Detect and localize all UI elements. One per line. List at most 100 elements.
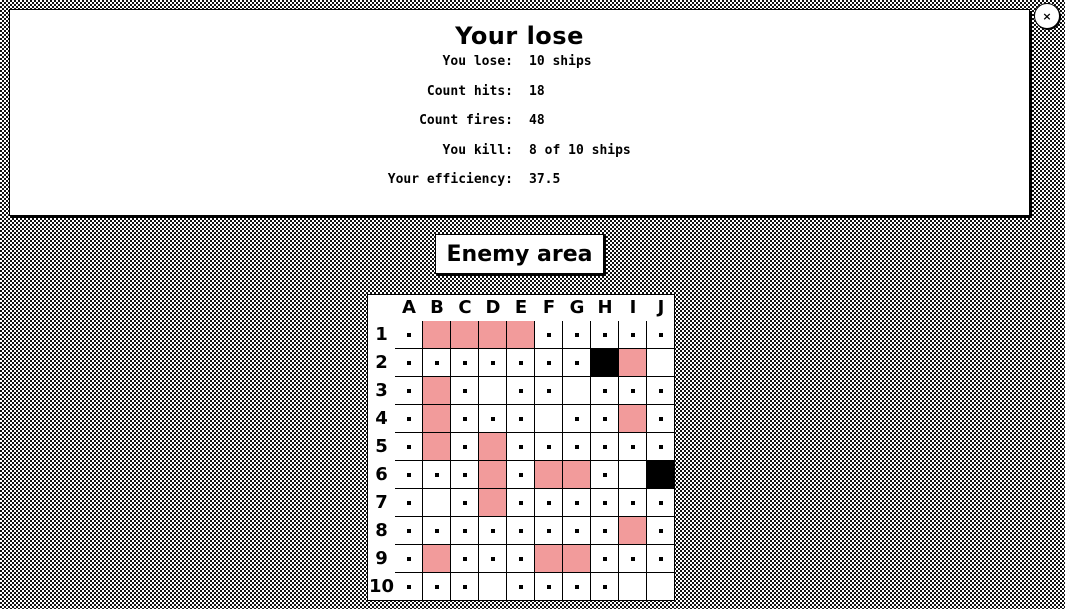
board-cell-j9[interactable]: [647, 545, 675, 573]
board-cell-d7[interactable]: [479, 489, 507, 517]
board-cell-b9[interactable]: [423, 545, 451, 573]
board-cell-c6[interactable]: [451, 461, 479, 489]
board-cell-f10[interactable]: [535, 573, 563, 601]
board-cell-f1[interactable]: [535, 321, 563, 349]
board-cell-e3[interactable]: [507, 377, 535, 405]
board-cell-j8[interactable]: [647, 517, 675, 545]
board-cell-a7[interactable]: [395, 489, 423, 517]
board-cell-j7[interactable]: [647, 489, 675, 517]
board-cell-i1[interactable]: [619, 321, 647, 349]
board-cell-j4[interactable]: [647, 405, 675, 433]
board-cell-c9[interactable]: [451, 545, 479, 573]
board-cell-a8[interactable]: [395, 517, 423, 545]
board-cell-g5[interactable]: [563, 433, 591, 461]
board-cell-f2[interactable]: [535, 349, 563, 377]
board-cell-b5[interactable]: [423, 433, 451, 461]
board-cell-b3[interactable]: [423, 377, 451, 405]
board-cell-i4[interactable]: [619, 405, 647, 433]
board-cell-c8[interactable]: [451, 517, 479, 545]
board-cell-c3[interactable]: [451, 377, 479, 405]
board-cell-i8[interactable]: [619, 517, 647, 545]
board-cell-e9[interactable]: [507, 545, 535, 573]
board-cell-b7[interactable]: [423, 489, 451, 517]
board-cell-f9[interactable]: [535, 545, 563, 573]
board-cell-b10[interactable]: [423, 573, 451, 601]
board-cell-d5[interactable]: [479, 433, 507, 461]
board-cell-e8[interactable]: [507, 517, 535, 545]
board-cell-e6[interactable]: [507, 461, 535, 489]
board-cell-h2[interactable]: [591, 349, 619, 377]
board-cell-d10[interactable]: [479, 573, 507, 601]
board-cell-a1[interactable]: [395, 321, 423, 349]
board-cell-c2[interactable]: [451, 349, 479, 377]
board-cell-h10[interactable]: [591, 573, 619, 601]
close-button[interactable]: ×: [1034, 3, 1060, 29]
board-cell-f6[interactable]: [535, 461, 563, 489]
board-cell-b6[interactable]: [423, 461, 451, 489]
board-cell-f3[interactable]: [535, 377, 563, 405]
board-cell-e2[interactable]: [507, 349, 535, 377]
board-cell-a2[interactable]: [395, 349, 423, 377]
board-cell-f4[interactable]: [535, 405, 563, 433]
board-cell-g7[interactable]: [563, 489, 591, 517]
board-cell-g10[interactable]: [563, 573, 591, 601]
board-cell-j2[interactable]: [647, 349, 675, 377]
board-cell-f8[interactable]: [535, 517, 563, 545]
board-cell-h4[interactable]: [591, 405, 619, 433]
board-cell-f7[interactable]: [535, 489, 563, 517]
board-cell-h7[interactable]: [591, 489, 619, 517]
board-cell-i10[interactable]: [619, 573, 647, 601]
board-cell-e1[interactable]: [507, 321, 535, 349]
board-cell-a3[interactable]: [395, 377, 423, 405]
board-cell-i6[interactable]: [619, 461, 647, 489]
board-cell-h5[interactable]: [591, 433, 619, 461]
board-cell-i2[interactable]: [619, 349, 647, 377]
board-cell-i5[interactable]: [619, 433, 647, 461]
board-cell-g2[interactable]: [563, 349, 591, 377]
board-cell-f5[interactable]: [535, 433, 563, 461]
board-cell-h9[interactable]: [591, 545, 619, 573]
board-cell-h6[interactable]: [591, 461, 619, 489]
board-cell-i9[interactable]: [619, 545, 647, 573]
board-cell-g9[interactable]: [563, 545, 591, 573]
board-cell-a4[interactable]: [395, 405, 423, 433]
board-cell-g8[interactable]: [563, 517, 591, 545]
board-cell-c10[interactable]: [451, 573, 479, 601]
board-cell-c7[interactable]: [451, 489, 479, 517]
board-cell-d1[interactable]: [479, 321, 507, 349]
board-cell-j1[interactable]: [647, 321, 675, 349]
board-cell-d3[interactable]: [479, 377, 507, 405]
board-cell-a10[interactable]: [395, 573, 423, 601]
board-cell-a6[interactable]: [395, 461, 423, 489]
board-cell-i7[interactable]: [619, 489, 647, 517]
board-cell-c5[interactable]: [451, 433, 479, 461]
board-cell-c1[interactable]: [451, 321, 479, 349]
board-cell-d2[interactable]: [479, 349, 507, 377]
board-cell-e5[interactable]: [507, 433, 535, 461]
board-cell-b2[interactable]: [423, 349, 451, 377]
board-cell-e7[interactable]: [507, 489, 535, 517]
board-cell-d9[interactable]: [479, 545, 507, 573]
board-cell-h3[interactable]: [591, 377, 619, 405]
board-cell-d6[interactable]: [479, 461, 507, 489]
board-cell-d8[interactable]: [479, 517, 507, 545]
board-cell-j10[interactable]: [647, 573, 675, 601]
board-cell-b1[interactable]: [423, 321, 451, 349]
board-cell-a5[interactable]: [395, 433, 423, 461]
board-cell-c4[interactable]: [451, 405, 479, 433]
board-cell-e4[interactable]: [507, 405, 535, 433]
board-cell-j6[interactable]: [647, 461, 675, 489]
board-cell-e10[interactable]: [507, 573, 535, 601]
board-cell-d4[interactable]: [479, 405, 507, 433]
board-cell-j3[interactable]: [647, 377, 675, 405]
board-cell-h8[interactable]: [591, 517, 619, 545]
board-cell-g1[interactable]: [563, 321, 591, 349]
board-cell-b4[interactable]: [423, 405, 451, 433]
board-cell-g6[interactable]: [563, 461, 591, 489]
board-cell-h1[interactable]: [591, 321, 619, 349]
board-cell-g4[interactable]: [563, 405, 591, 433]
board-cell-g3[interactable]: [563, 377, 591, 405]
board-cell-j5[interactable]: [647, 433, 675, 461]
board-cell-i3[interactable]: [619, 377, 647, 405]
board-cell-a9[interactable]: [395, 545, 423, 573]
